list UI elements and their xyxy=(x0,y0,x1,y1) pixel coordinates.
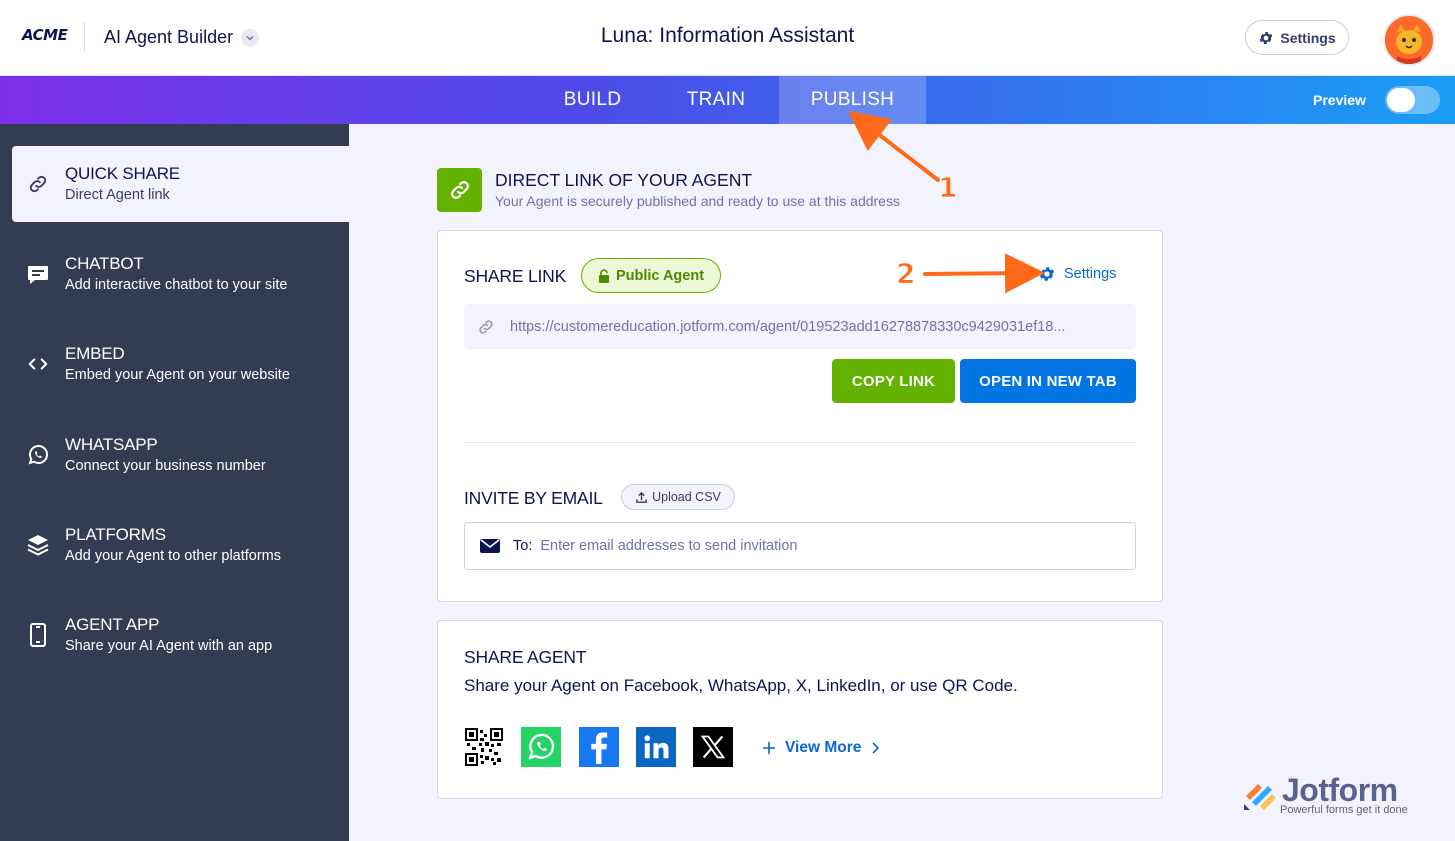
sidebar-item-whatsapp[interactable]: WHATSAPP Connect your business number xyxy=(12,417,349,493)
share-agent-card: SHARE AGENT Share your Agent on Facebook… xyxy=(437,620,1163,799)
tab-build[interactable]: BUILD xyxy=(540,76,645,124)
lock-open-icon xyxy=(598,268,609,283)
x-icon[interactable] xyxy=(693,727,733,767)
sidebar-item-subtitle: Add interactive chatbot to your site xyxy=(65,277,288,293)
publish-sidebar: QUICK SHARE Direct Agent link CHATBOT Ad… xyxy=(0,124,349,841)
annotation-number-2: 2 xyxy=(895,257,916,291)
share-settings-link[interactable]: Settings xyxy=(1038,265,1116,283)
upload-csv-button[interactable]: Upload CSV xyxy=(621,484,735,510)
direct-link-icon xyxy=(437,168,482,212)
sidebar-item-quick-share[interactable]: QUICK SHARE Direct Agent link xyxy=(12,146,349,222)
header-settings-label: Settings xyxy=(1280,29,1336,46)
sidebar-item-platforms[interactable]: PLATFORMS Add your Agent to other platfo… xyxy=(12,507,349,583)
phone-icon xyxy=(26,623,50,647)
direct-link-title: DIRECT LINK OF YOUR AGENT xyxy=(495,170,753,190)
open-new-tab-button[interactable]: OPEN IN NEW TAB xyxy=(960,359,1136,403)
page-title: Luna: Information Assistant xyxy=(600,24,855,47)
chat-icon xyxy=(26,262,50,286)
watermark-tagline: Powerful forms get it done xyxy=(1280,804,1408,816)
sidebar-item-subtitle: Direct Agent link xyxy=(65,187,170,203)
sidebar-item-title: QUICK SHARE xyxy=(65,164,180,183)
arrow-to-publish-tab xyxy=(848,110,940,182)
sidebar-item-chatbot[interactable]: CHATBOT Add interactive chatbot to your … xyxy=(12,236,349,312)
tab-publish[interactable]: PUBLISH xyxy=(779,76,926,124)
layers-icon xyxy=(26,533,50,557)
whatsapp-icon xyxy=(26,443,50,467)
section-divider xyxy=(464,442,1136,443)
sidebar-item-subtitle: Connect your business number xyxy=(65,458,266,474)
linkedin-icon[interactable] xyxy=(636,727,676,767)
direct-link-subtitle: Your Agent is securely published and rea… xyxy=(495,193,900,209)
sidebar-item-title: AGENT APP xyxy=(65,615,160,634)
agent-url-text: https://customereducation.jotform.com/ag… xyxy=(510,318,1066,335)
to-label: To: xyxy=(513,538,533,554)
sidebar-item-subtitle: Share your AI Agent with an app xyxy=(65,638,273,654)
toggle-knob xyxy=(1387,88,1415,112)
whatsapp-share-icon[interactable] xyxy=(521,727,561,767)
annotation-number-1: 1 xyxy=(937,171,958,205)
agent-url-field[interactable]: https://customereducation.jotform.com/ag… xyxy=(464,304,1136,349)
link-icon xyxy=(26,172,50,196)
chevron-right-icon xyxy=(872,742,880,754)
header-settings-button[interactable]: Settings xyxy=(1245,20,1349,55)
code-icon xyxy=(26,352,50,376)
share-settings-label: Settings xyxy=(1064,266,1117,282)
plus-icon xyxy=(763,742,775,754)
view-more-label: View More xyxy=(785,739,862,756)
share-agent-subtitle: Share your Agent on Facebook, WhatsApp, … xyxy=(464,676,1018,695)
public-agent-badge[interactable]: Public Agent xyxy=(581,258,721,293)
jotform-watermark: Jotform Powerful forms get it done xyxy=(1240,772,1440,822)
gear-icon xyxy=(1260,31,1273,44)
sidebar-item-title: PLATFORMS xyxy=(65,525,166,544)
view-more-link[interactable]: View More xyxy=(763,739,880,757)
preview-label: Preview xyxy=(1313,92,1366,108)
badge-label: Public Agent xyxy=(615,267,705,284)
avatar[interactable] xyxy=(1383,14,1435,66)
qr-code-icon[interactable] xyxy=(464,727,504,767)
sidebar-item-subtitle: Add your Agent to other platforms xyxy=(65,548,282,564)
gear-icon xyxy=(1039,267,1055,281)
share-link-card: SHARE LINK Public Agent Settings https:/… xyxy=(437,230,1163,602)
sidebar-item-title: WHATSAPP xyxy=(65,435,158,454)
sidebar-item-subtitle: Embed your Agent on your website xyxy=(65,367,290,383)
envelope-icon xyxy=(480,538,500,554)
preview-toggle[interactable] xyxy=(1385,86,1440,114)
tab-train[interactable]: TRAIN xyxy=(660,76,772,124)
sidebar-item-agent-app[interactable]: AGENT APP Share your AI Agent with an ap… xyxy=(12,597,349,673)
facebook-icon[interactable] xyxy=(579,727,619,767)
jotform-logo-icon xyxy=(1244,784,1276,810)
sidebar-item-title: CHATBOT xyxy=(65,254,144,273)
link-icon xyxy=(477,318,495,336)
sidebar-item-embed[interactable]: EMBED Embed your Agent on your website xyxy=(12,326,349,402)
email-input[interactable] xyxy=(540,538,1101,554)
builder-nav: BUILD TRAIN PUBLISH Preview xyxy=(0,76,1455,124)
share-link-title: SHARE LINK xyxy=(464,266,567,286)
upload-csv-label: Upload CSV xyxy=(652,490,721,504)
share-agent-title: SHARE AGENT xyxy=(464,647,587,667)
sidebar-item-title: EMBED xyxy=(65,344,125,363)
email-invite-field[interactable]: To: xyxy=(464,522,1136,570)
top-header: ACME AI Agent Builder Luna: Information … xyxy=(0,0,1455,76)
invite-email-title: INVITE BY EMAIL xyxy=(464,488,603,508)
copy-link-button[interactable]: COPY LINK xyxy=(832,359,955,403)
upload-icon xyxy=(636,491,647,503)
